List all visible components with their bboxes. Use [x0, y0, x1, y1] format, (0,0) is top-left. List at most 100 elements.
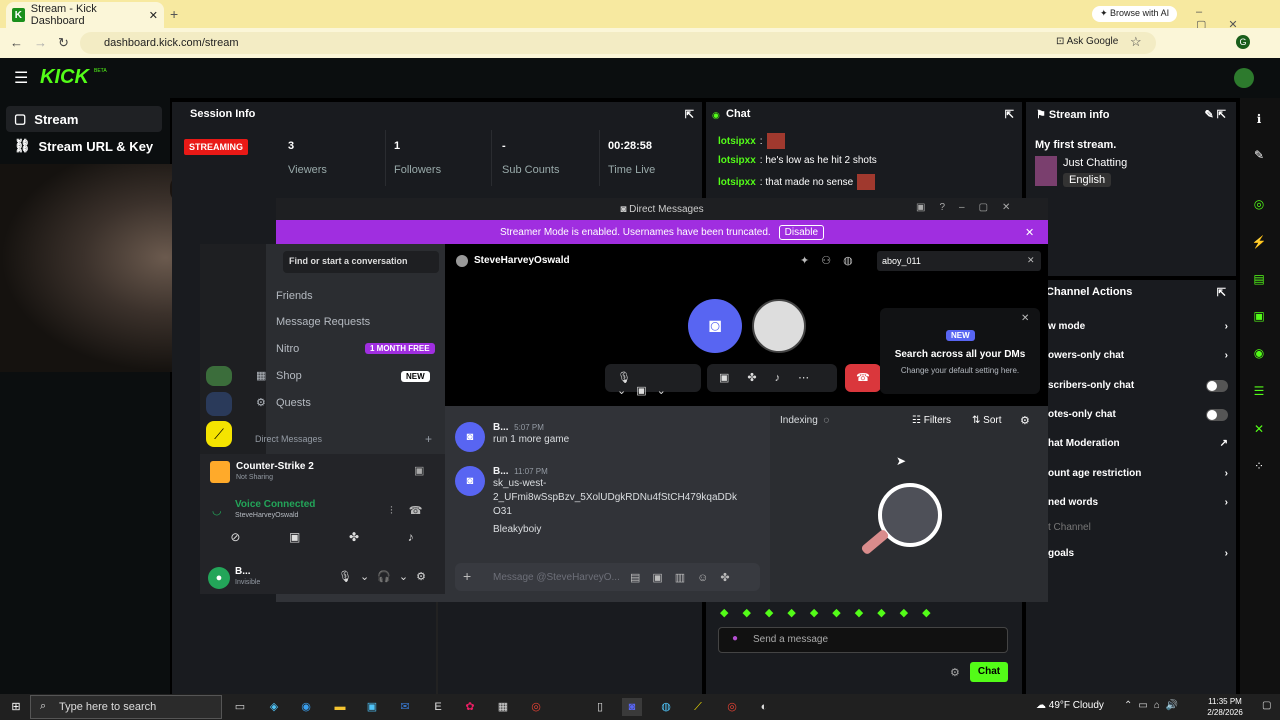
my-avatar[interactable]: ● — [208, 567, 230, 589]
search-settings-icon[interactable]: ⚙ — [1020, 414, 1030, 427]
pen-icon[interactable]: ✎ — [1248, 144, 1270, 166]
taskbar-search[interactable]: Type here to search — [30, 695, 222, 719]
dm-username[interactable]: SteveHarveyOswald — [474, 255, 570, 266]
document-icon[interactable]: ▤ — [1248, 268, 1270, 290]
back-icon[interactable]: ← — [10, 35, 23, 50]
dm-nav-nitro[interactable]: Nitro — [276, 343, 299, 355]
bookmark-star-icon[interactable]: ☆ — [1130, 34, 1142, 50]
edge-icon[interactable]: ◉ — [296, 698, 316, 716]
popout-icon[interactable]: ⇱ — [1217, 286, 1226, 299]
attach-icon[interactable]: + — [463, 568, 471, 584]
chat-bubble-icon[interactable]: ▣ — [1248, 305, 1270, 327]
chat-input[interactable]: Send a message — [718, 627, 1008, 653]
action-goals[interactable]: goals › — [1048, 548, 1228, 559]
server-icon[interactable] — [206, 392, 232, 416]
ask-google-button[interactable]: ⊡ Ask Google — [1056, 36, 1118, 47]
action-banned-words[interactable]: ned words › — [1048, 497, 1228, 508]
chat-send-button[interactable]: Chat — [970, 662, 1008, 682]
popout-icon[interactable]: ⇱ — [685, 108, 694, 121]
file-explorer-icon[interactable]: ▬ — [330, 698, 350, 716]
mic-icon[interactable]: ● — [732, 633, 738, 644]
add-dm-icon[interactable]: + — [425, 432, 432, 446]
system-tray[interactable]: ⌃▭⌂🔊 — [1124, 700, 1184, 711]
nav-stream-url-key[interactable]: ⛓ Stream URL & Key — [6, 133, 162, 159]
call-action-controls[interactable]: ▣✤♪⋯ — [707, 364, 837, 392]
disable-button[interactable]: Disable — [778, 224, 825, 240]
browse-ai-button[interactable]: ✦ Browse with AI — [1092, 6, 1178, 22]
obs-icon[interactable]: ◐ — [754, 698, 774, 716]
clear-search-icon[interactable]: ✕ — [1027, 255, 1035, 266]
server-icon[interactable] — [206, 366, 232, 386]
emote-bar[interactable]: ◆◆◆◆◆◆◆◆◆◆ — [720, 606, 1010, 620]
browser-tab[interactable]: K Stream - Kick Dashboard ✕ — [6, 2, 164, 28]
menu-icon[interactable]: ☰ — [14, 68, 28, 88]
address-bar[interactable]: dashboard.kick.com/stream — [80, 32, 1156, 54]
settings-gear-icon[interactable]: ⚙ — [950, 666, 960, 679]
target-icon[interactable]: ◎ — [1248, 193, 1270, 215]
composer-tools[interactable]: ▤▣▥☺✤ — [630, 571, 742, 584]
task-view-icon[interactable]: ▭ — [230, 698, 250, 716]
windows-start-icon[interactable]: ⊞ — [6, 698, 26, 716]
notepad-icon[interactable]: ▯ — [590, 698, 610, 716]
mic-headset-settings[interactable]: 🎙⌄🎧⌄⚙ — [338, 570, 434, 583]
dm-nav-friends[interactable]: Friends — [276, 290, 313, 302]
nav-stream[interactable]: ▢ Stream — [6, 106, 162, 132]
dm-nav-quests[interactable]: Quests — [276, 397, 311, 409]
server-icon[interactable]: ⟋ — [206, 421, 232, 447]
steam-icon[interactable]: ◍ — [656, 698, 676, 716]
list-icon[interactable]: ☰ — [1248, 380, 1270, 402]
action-chat-moderation[interactable]: hat Moderation ↗ — [1048, 438, 1228, 449]
clock[interactable]: 11:35 PM 2/28/2026 — [1200, 696, 1250, 718]
dm-nav-message-requests[interactable]: Message Requests — [276, 316, 370, 328]
kick-logo[interactable]: KICK — [40, 66, 89, 89]
action-emotes-only[interactable]: otes-only chat — [1048, 409, 1228, 421]
action-host-channel[interactable]: t Channel — [1048, 522, 1228, 533]
bolt-icon[interactable]: ⚡ — [1248, 231, 1270, 253]
leave-call-button[interactable]: ☎ — [845, 364, 881, 392]
dots-icon[interactable]: ⁘ — [1248, 455, 1270, 477]
action-subscribers-only[interactable]: scribers-only chat — [1048, 380, 1228, 392]
voice-controls[interactable]: ⫶☎ — [390, 504, 438, 518]
close-popup-icon[interactable]: ✕ — [1021, 313, 1029, 324]
action-followers-only[interactable]: owers-only chat › — [1048, 350, 1228, 361]
dm-nav-shop[interactable]: Shop — [276, 370, 302, 382]
copilot-icon[interactable]: ◈ — [264, 698, 284, 716]
app-icon[interactable]: ▦ — [493, 698, 513, 716]
new-tab-icon[interactable]: + — [170, 6, 178, 22]
epic-games-icon[interactable]: E — [428, 698, 448, 716]
close-tab-icon[interactable]: ✕ — [149, 9, 158, 22]
voice-action-buttons[interactable]: ⊘ ▣ ✤ ♪ — [206, 530, 438, 548]
category[interactable]: Just Chatting — [1063, 157, 1127, 169]
action-account-age[interactable]: ount age restriction › — [1048, 468, 1228, 479]
sort-button[interactable]: ⇅ Sort — [972, 415, 1002, 426]
find-conversation-input[interactable]: Find or start a conversation — [283, 251, 439, 273]
close-banner-icon[interactable]: ✕ — [1025, 226, 1034, 239]
toggle-switch[interactable] — [1206, 409, 1228, 421]
discord-taskbar-icon[interactable]: ◙ — [622, 698, 642, 716]
composer-placeholder[interactable]: Message @SteveHarveyO... — [493, 572, 620, 583]
wrench-icon[interactable]: ✕ — [1248, 418, 1270, 440]
discord-window-controls[interactable]: ▣?–▢✕ — [916, 202, 1024, 213]
popout-icon[interactable]: ⇱ — [1005, 108, 1014, 121]
popup-subtitle[interactable]: Change your default setting here. — [880, 366, 1040, 375]
toggle-switch[interactable] — [1206, 380, 1228, 392]
store-icon[interactable]: ▣ — [362, 698, 382, 716]
edit-icon[interactable]: ✎ ⇱ — [1205, 108, 1227, 121]
notifications-icon[interactable]: ▢ — [1262, 700, 1271, 711]
call-mic-camera-controls[interactable]: 🎙⌄▣⌄ — [605, 364, 701, 397]
info-icon[interactable]: ℹ — [1248, 108, 1270, 130]
chrome-icon[interactable]: ◎ — [722, 698, 742, 716]
dm-header-actions[interactable]: ✦⚇◍ — [800, 254, 865, 267]
chrome-icon[interactable]: ◎ — [526, 698, 546, 716]
weather-widget[interactable]: ☁ 49°F Cloudy — [1036, 700, 1104, 711]
reload-icon[interactable]: ↻ — [58, 35, 69, 51]
user-avatar[interactable] — [1234, 68, 1254, 88]
app-icon[interactable]: ✿ — [460, 698, 480, 716]
filters-button[interactable]: ☷ Filters — [912, 415, 951, 426]
action-slow-mode[interactable]: w mode › — [1048, 321, 1228, 332]
forward-icon[interactable]: → — [34, 35, 47, 50]
profile-avatar[interactable]: G — [1236, 35, 1250, 49]
broadcast-icon[interactable]: ◉ — [1248, 342, 1270, 364]
screen-share-icon[interactable]: ▣ — [414, 464, 424, 477]
search-dms-input[interactable]: aboy_011 — [877, 251, 1041, 271]
